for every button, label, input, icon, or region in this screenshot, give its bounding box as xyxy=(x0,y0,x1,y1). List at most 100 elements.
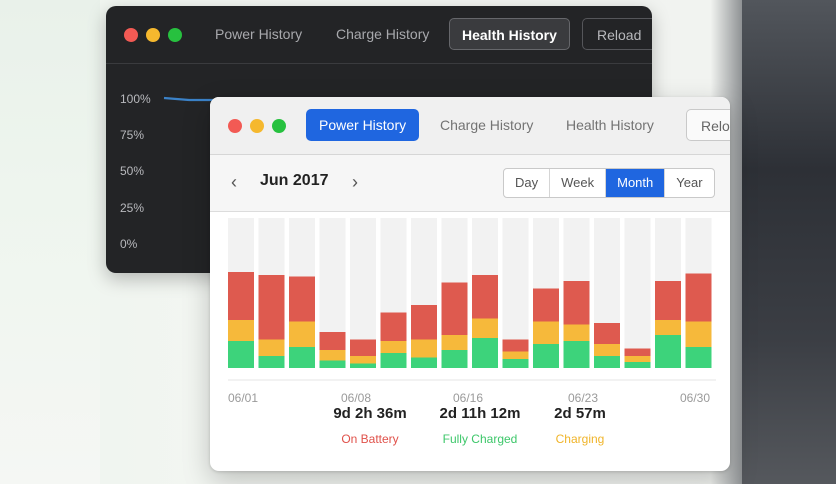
tab-power-history[interactable]: Power History xyxy=(215,18,302,50)
bar-segment-on-battery[interactable] xyxy=(563,281,590,325)
bar-segment-on-battery[interactable] xyxy=(289,276,315,322)
bar-segment-on-battery[interactable] xyxy=(350,339,376,357)
bar-segment-on-battery[interactable] xyxy=(533,288,559,322)
y-tick-label: 25% xyxy=(120,201,145,215)
range-day[interactable]: Day xyxy=(504,169,551,197)
date-toolbar: ‹ Jun 2017 › Day Week Month Year xyxy=(210,155,730,212)
chevron-left-icon[interactable]: ‹ xyxy=(231,172,237,193)
bar-segment-on-battery[interactable] xyxy=(502,339,529,352)
bar-segment-on-battery[interactable] xyxy=(594,323,620,344)
bar-segment-charging[interactable] xyxy=(258,339,285,357)
month-label: Jun 2017 xyxy=(260,172,329,189)
bar-segment-fully-charged[interactable] xyxy=(624,362,651,368)
bar-segment-on-battery[interactable] xyxy=(441,282,468,336)
bar-segment-fully-charged[interactable] xyxy=(563,341,590,368)
stat-value: 2d 11h 12m xyxy=(439,405,521,422)
bar-segment-fully-charged[interactable] xyxy=(655,335,681,368)
bar-segment-on-battery[interactable] xyxy=(472,275,498,319)
bar-segment-fully-charged[interactable] xyxy=(319,360,346,369)
zoom-button[interactable] xyxy=(168,28,182,42)
range-week[interactable]: Week xyxy=(550,169,607,197)
range-year[interactable]: Year xyxy=(665,169,713,197)
bar-segment-charging[interactable] xyxy=(228,320,254,341)
stat-label: On Battery xyxy=(341,432,399,446)
bar-segment-fully-charged[interactable] xyxy=(380,353,407,368)
stat-value: 2d 57m xyxy=(554,405,606,422)
zoom-button[interactable] xyxy=(272,119,286,133)
bar-segment-on-battery[interactable] xyxy=(380,312,407,342)
close-button[interactable] xyxy=(124,28,138,42)
stat-value: 9d 2h 36m xyxy=(333,405,407,422)
bar-segment-charging[interactable] xyxy=(685,321,712,348)
bar-segment-on-battery[interactable] xyxy=(228,272,254,320)
reload-button[interactable]: Relo xyxy=(686,109,730,141)
x-tick-label: 06/01 xyxy=(228,391,258,405)
bar-segment-fully-charged[interactable] xyxy=(594,356,620,368)
power-history-window: Power History Charge History Health Hist… xyxy=(210,97,730,471)
close-button[interactable] xyxy=(228,119,242,133)
bar-segment-charging[interactable] xyxy=(533,321,559,345)
bar-segment-on-battery[interactable] xyxy=(258,275,285,340)
bar-segment-charging[interactable] xyxy=(655,320,681,335)
bar-segment-fully-charged[interactable] xyxy=(441,350,468,368)
background-left xyxy=(0,0,100,484)
stat-fully-charged: 2d 11h 12m Fully Charged xyxy=(425,405,535,446)
minimize-button[interactable] xyxy=(250,119,264,133)
x-tick-label: 06/30 xyxy=(680,391,710,405)
power-history-chart: 06/01 06/08 06/16 06/23 06/30 xyxy=(228,218,716,405)
bar-segment-charging[interactable] xyxy=(624,356,651,362)
y-tick-label: 0% xyxy=(120,237,138,251)
background-right xyxy=(742,0,836,484)
bar-segment-fully-charged[interactable] xyxy=(289,347,315,368)
bar-segment-charging[interactable] xyxy=(563,324,590,342)
bar-segment-fully-charged[interactable] xyxy=(472,338,498,368)
bar-segment-charging[interactable] xyxy=(411,339,437,358)
bar-segment-charging[interactable] xyxy=(441,335,468,350)
bar-segment-fully-charged[interactable] xyxy=(533,344,559,368)
reload-button[interactable]: Reload xyxy=(582,18,652,50)
bar-segment-fully-charged[interactable] xyxy=(258,356,285,368)
tab-health-history[interactable]: Health History xyxy=(449,18,570,50)
bar-segment-on-battery[interactable] xyxy=(655,281,681,320)
dark-titlebar: Power History Charge History Health Hist… xyxy=(106,6,652,64)
light-titlebar: Power History Charge History Health Hist… xyxy=(210,97,730,155)
range-month[interactable]: Month xyxy=(606,169,666,197)
tab-power-history[interactable]: Power History xyxy=(306,109,420,141)
bar-segment-fully-charged[interactable] xyxy=(350,363,376,369)
window-controls xyxy=(124,28,182,42)
bar-segment-fully-charged[interactable] xyxy=(502,359,529,368)
stats-summary: 9d 2h 36m On Battery 2d 11h 12m Fully Ch… xyxy=(210,405,730,465)
y-tick-label: 75% xyxy=(120,128,145,142)
tab-charge-history[interactable]: Charge History xyxy=(336,18,429,50)
tab-health-history[interactable]: Health History xyxy=(566,109,654,141)
minimize-button[interactable] xyxy=(146,28,160,42)
y-tick-label: 100% xyxy=(120,92,151,106)
bar-segment-charging[interactable] xyxy=(594,344,620,356)
bar-segment-charging[interactable] xyxy=(289,321,315,348)
bar-segment-charging[interactable] xyxy=(350,356,376,364)
stat-on-battery: 9d 2h 36m On Battery xyxy=(320,405,420,446)
bar-segment-fully-charged[interactable] xyxy=(411,357,437,369)
x-tick-label: 06/08 xyxy=(341,391,371,405)
bar-track xyxy=(624,218,651,368)
range-selector: Day Week Month Year xyxy=(503,168,715,198)
bar-segment-charging[interactable] xyxy=(319,350,346,361)
bar-segment-fully-charged[interactable] xyxy=(228,341,254,368)
bar-segment-on-battery[interactable] xyxy=(624,348,651,357)
chevron-right-icon[interactable]: › xyxy=(352,172,358,193)
bar-segment-on-battery[interactable] xyxy=(685,273,712,322)
stat-charging: 2d 57m Charging xyxy=(540,405,620,446)
y-tick-label: 50% xyxy=(120,164,145,178)
bar-segment-on-battery[interactable] xyxy=(319,332,346,350)
x-tick-label: 06/16 xyxy=(453,391,483,405)
bar-segment-on-battery[interactable] xyxy=(411,305,437,340)
tab-charge-history[interactable]: Charge History xyxy=(440,109,533,141)
bar-segment-charging[interactable] xyxy=(472,318,498,339)
bar-segment-charging[interactable] xyxy=(380,341,407,353)
x-tick-label: 06/23 xyxy=(568,391,598,405)
bar-segment-charging[interactable] xyxy=(502,351,529,360)
stat-label: Charging xyxy=(555,432,605,446)
bar-segment-fully-charged[interactable] xyxy=(685,347,712,368)
health-line xyxy=(163,96,214,102)
window-controls xyxy=(228,119,286,133)
